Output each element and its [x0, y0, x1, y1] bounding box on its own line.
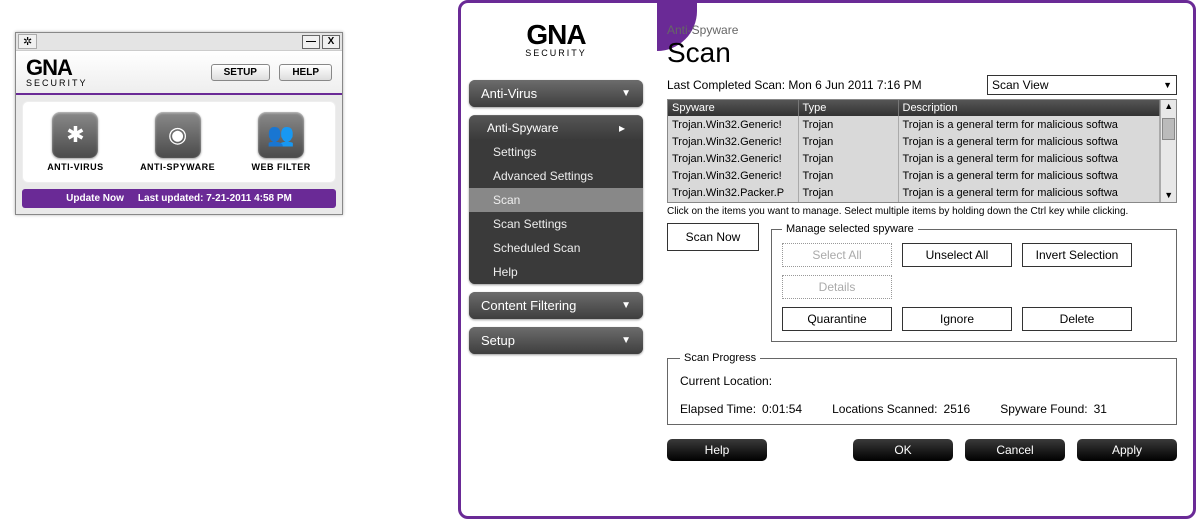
nav-label: Content Filtering [481, 298, 576, 313]
logo-text: GNA [526, 21, 585, 49]
footer-ok-button[interactable]: OK [853, 439, 953, 461]
people-icon: 👥 [258, 112, 304, 158]
ignore-button[interactable]: Ignore [902, 307, 1012, 331]
tile-label: WEB FILTER [251, 162, 310, 172]
chevron-down-icon: ▼ [621, 300, 631, 311]
select-all-button[interactable]: Select All [782, 243, 892, 267]
last-updated: Last updated: 7-21-2011 4:58 PM [138, 193, 292, 204]
invert-selection-button[interactable]: Invert Selection [1022, 243, 1132, 267]
tile-antivirus[interactable]: ✱ ANTI-VIRUS [47, 112, 104, 172]
tile-label: ANTI-SPYWARE [140, 162, 215, 172]
table-row[interactable]: Trojan.Win32.Generic!TrojanTrojan is a g… [668, 168, 1160, 185]
launcher-window: ✲ — X GNA SECURITY SETUP HELP ✱ ANTI-VIR… [15, 32, 343, 215]
col-description[interactable]: Description [898, 100, 1160, 116]
last-scan: Last Completed Scan: Mon 6 Jun 2011 7:16… [667, 78, 922, 92]
manage-legend: Manage selected spyware [782, 223, 918, 235]
elapsed-time: Elapsed Time:0:01:54 [680, 402, 802, 416]
tile-antispyware[interactable]: ◉ ANTI-SPYWARE [140, 112, 215, 172]
footer-cancel-button[interactable]: Cancel [965, 439, 1065, 461]
logo-subtext: SECURITY [26, 79, 88, 88]
locations-scanned: Locations Scanned:2516 [832, 402, 970, 416]
logo-text: GNA [26, 57, 88, 79]
subitem-settings[interactable]: Settings [469, 140, 643, 164]
subitem-help[interactable]: Help [469, 260, 643, 284]
nav-content-filtering[interactable]: Content Filtering ▼ [469, 292, 643, 319]
setup-button[interactable]: SETUP [211, 64, 270, 81]
eye-icon: ◉ [155, 112, 201, 158]
breadcrumb: Anti-Spyware [667, 23, 1177, 37]
chevron-down-icon: ▼ [621, 88, 631, 99]
results-table: Spyware Type Description Trojan.Win32.Ge… [667, 99, 1177, 203]
nav-antispyware-head[interactable]: Anti-Spyware ▸ [469, 115, 643, 140]
scrollbar-thumb[interactable] [1162, 118, 1175, 140]
nav-label: Anti-Spyware [487, 121, 558, 135]
scan-now-button[interactable]: Scan Now [667, 223, 759, 251]
footer-buttons: Help OK Cancel Apply [667, 439, 1177, 461]
col-spyware[interactable]: Spyware [668, 100, 798, 116]
scroll-down-icon[interactable]: ▼ [1164, 189, 1173, 202]
scan-view-dropdown[interactable]: Scan View ▼ [987, 75, 1177, 95]
nav-label: Setup [481, 333, 515, 348]
subitem-scan-settings[interactable]: Scan Settings [469, 212, 643, 236]
page-title: Scan [667, 37, 1177, 69]
current-location: Current Location: [680, 374, 1164, 388]
table-row[interactable]: Trojan.Win32.Generic!TrojanTrojan is a g… [668, 116, 1160, 133]
manage-selected-group: Manage selected spyware Select All Unsel… [771, 223, 1177, 342]
footer-help-button[interactable]: Help [667, 439, 767, 461]
logo-subtext: SECURITY [525, 49, 587, 58]
tile-label: ANTI-VIRUS [47, 162, 104, 172]
nav-label: Anti-Virus [481, 86, 537, 101]
chevron-down-icon: ▼ [621, 335, 631, 346]
main-panel: Anti-Spyware Scan Last Completed Scan: M… [651, 3, 1193, 516]
close-button[interactable]: X [322, 35, 340, 49]
app-window: GNA SECURITY Anti-Virus ▼ Anti-Spyware ▸… [458, 0, 1196, 519]
selection-hint: Click on the items you want to manage. S… [667, 206, 1177, 217]
subitem-scheduled-scan[interactable]: Scheduled Scan [469, 236, 643, 260]
progress-legend: Scan Progress [680, 352, 760, 364]
launcher-titlebar: ✲ — X [16, 33, 342, 51]
brand-logo: GNA SECURITY [525, 21, 587, 58]
scroll-up-icon[interactable]: ▲ [1164, 100, 1173, 113]
nav-setup[interactable]: Setup ▼ [469, 327, 643, 354]
dropdown-value: Scan View [992, 78, 1048, 92]
footer-apply-button[interactable]: Apply [1077, 439, 1177, 461]
tile-webfilter[interactable]: 👥 WEB FILTER [251, 112, 310, 172]
brand-logo: GNA SECURITY [26, 57, 88, 88]
delete-button[interactable]: Delete [1022, 307, 1132, 331]
bug-icon: ✱ [52, 112, 98, 158]
subitem-scan[interactable]: Scan [469, 188, 643, 212]
table-row[interactable]: Trojan.Win32.Generic!TrojanTrojan is a g… [668, 150, 1160, 167]
vertical-scrollbar[interactable]: ▲ ▼ [1160, 100, 1176, 202]
help-button[interactable]: HELP [279, 64, 332, 81]
launcher-status-bar: Update Now Last updated: 7-21-2011 4:58 … [22, 189, 336, 208]
table-row[interactable]: Trojan.Win32.Generic!TrojanTrojan is a g… [668, 133, 1160, 150]
launcher-tiles: ✱ ANTI-VIRUS ◉ ANTI-SPYWARE 👥 WEB FILTER [22, 101, 336, 183]
nav-antivirus[interactable]: Anti-Virus ▼ [469, 80, 643, 107]
chevron-down-icon: ▼ [1163, 80, 1172, 90]
table-row[interactable]: Trojan.Win32.Packer.PTrojanTrojan is a g… [668, 185, 1160, 202]
unselect-all-button[interactable]: Unselect All [902, 243, 1012, 267]
quarantine-button[interactable]: Quarantine [782, 307, 892, 331]
minimize-button[interactable]: — [302, 35, 320, 49]
gear-icon[interactable]: ✲ [18, 34, 37, 49]
update-now-link[interactable]: Update Now [66, 193, 124, 204]
chevron-right-icon: ▸ [619, 121, 625, 135]
col-type[interactable]: Type [798, 100, 898, 116]
spyware-found: Spyware Found:31 [1000, 402, 1107, 416]
sidebar: GNA SECURITY Anti-Virus ▼ Anti-Spyware ▸… [461, 3, 651, 516]
details-button[interactable]: Details [782, 275, 892, 299]
nav-antispyware: Anti-Spyware ▸ Settings Advanced Setting… [469, 115, 643, 284]
launcher-header: GNA SECURITY SETUP HELP [16, 51, 342, 95]
subitem-advanced-settings[interactable]: Advanced Settings [469, 164, 643, 188]
scan-progress-group: Scan Progress Current Location: Elapsed … [667, 352, 1177, 425]
